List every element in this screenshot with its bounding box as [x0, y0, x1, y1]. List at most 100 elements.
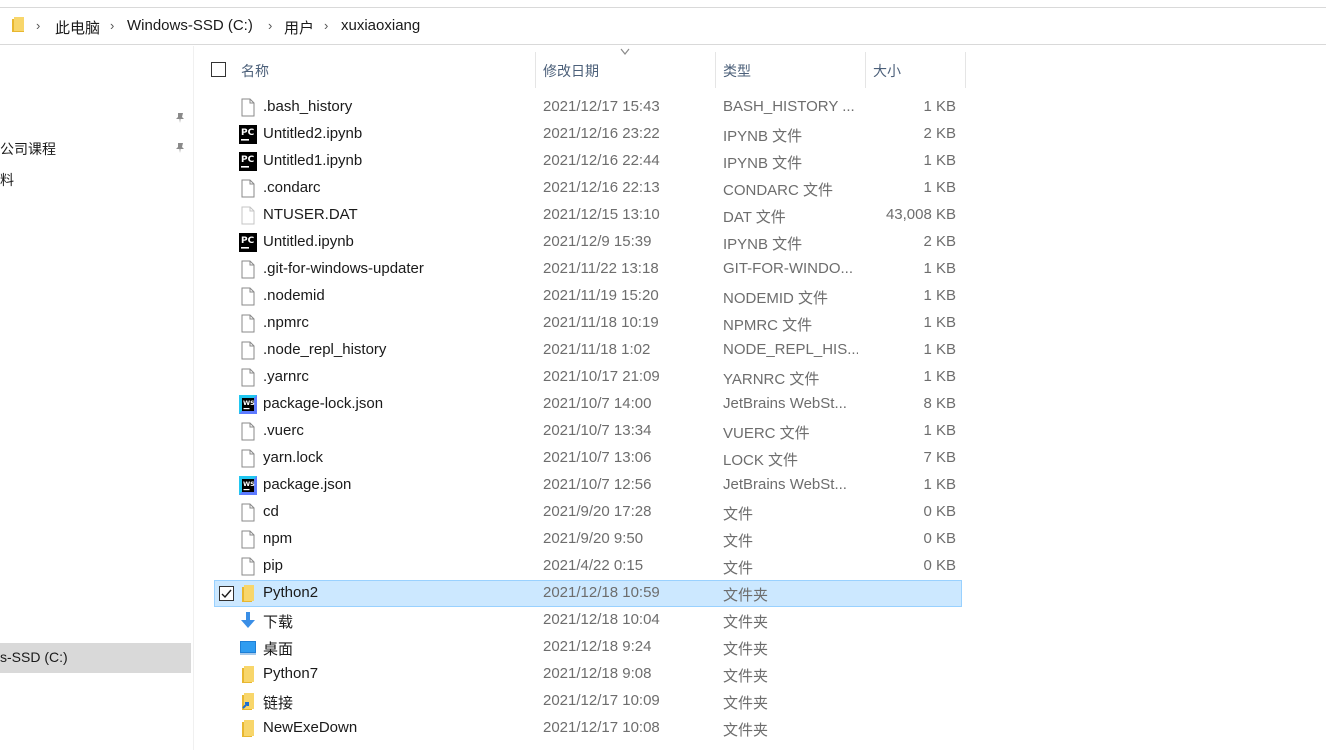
chevron-right-icon[interactable]: › — [36, 18, 40, 33]
file-date-modified: 2021/12/16 23:22 — [543, 125, 660, 142]
generic-file-icon — [239, 557, 257, 576]
pane-divider[interactable] — [193, 46, 194, 750]
file-row[interactable]: .vuerc 2021/10/7 13:34 VUERC 文件 1 KB — [214, 418, 962, 445]
file-row[interactable]: PC Untitled1.ipynb 2021/12/16 22:44 IPYNB 文… — [214, 148, 962, 175]
pycharm-file-icon: PC — [239, 125, 257, 144]
file-date-modified: 2021/11/18 10:19 — [543, 314, 659, 331]
file-date-modified: 2021/10/7 13:06 — [543, 449, 652, 466]
file-date-modified: 2021/12/17 15:43 — [543, 98, 660, 115]
file-date-modified: 2021/10/7 13:34 — [543, 422, 652, 439]
file-row-selected[interactable]: Python2 2021/12/18 10:59 文件夹 — [214, 580, 962, 607]
column-size[interactable]: 大小 — [873, 61, 901, 81]
file-row[interactable]: .node_repl_history 2021/11/18 1:02 NODE_RE… — [214, 337, 962, 364]
file-row[interactable]: .npmrc 2021/11/18 10:19 NPMRC 文件 1 KB — [214, 310, 962, 337]
file-row[interactable]: pip 2021/4/22 0:15 文件 0 KB — [214, 553, 962, 580]
file-type: YARNRC 文件 — [723, 371, 820, 388]
svg-text:PC: PC — [241, 236, 255, 246]
file-row[interactable]: 链接 2021/12/17 10:09 文件夹 — [214, 688, 962, 715]
file-row[interactable]: .yarnrc 2021/10/17 21:09 YARNRC 文件 1 KB — [214, 364, 962, 391]
file-row[interactable]: NTUSER.DAT 2021/12/15 13:10 DAT 文件 43,008 K… — [214, 202, 962, 229]
column-type[interactable]: 类型 — [723, 61, 751, 81]
file-row[interactable]: cd 2021/9/20 17:28 文件 0 KB — [214, 499, 962, 526]
nav-item-company-course[interactable]: 公司课程 — [0, 139, 56, 159]
chevron-right-icon[interactable]: › — [324, 18, 328, 33]
file-date-modified: 2021/4/22 0:15 — [543, 557, 644, 574]
file-type: 文件夹 — [723, 695, 769, 712]
breadcrumb-user-folder[interactable]: xuxiaoxiang — [341, 17, 420, 34]
generic-file-icon — [239, 341, 257, 360]
file-type: CONDARC 文件 — [723, 182, 834, 199]
nav-item-materials[interactable]: 料 — [0, 170, 14, 190]
file-size: 1 KB — [923, 179, 956, 196]
file-type: 文件夹 — [723, 641, 769, 658]
nav-item-drive-selected[interactable]: s-SSD (C:) — [0, 643, 191, 673]
file-size: 1 KB — [923, 368, 956, 385]
file-name: package.json — [263, 476, 352, 493]
generic-file-icon — [239, 503, 257, 522]
file-size: 0 KB — [923, 530, 956, 547]
file-type: NODEMID 文件 — [723, 290, 829, 307]
system-file-icon — [239, 206, 257, 225]
generic-file-icon — [239, 179, 257, 198]
file-row[interactable]: PC Untitled.ipynb 2021/12/9 15:39 IPYNB 文件 2… — [214, 229, 962, 256]
address-bar[interactable]: › 此电脑 › Windows-SSD (C:) › 用户 › xuxiaoxi… — [0, 7, 1326, 45]
breadcrumb-drive[interactable]: Windows-SSD (C:) — [127, 17, 253, 34]
file-size: 1 KB — [923, 476, 956, 493]
file-size: 2 KB — [923, 233, 956, 250]
file-row[interactable]: WS package.json 2021/10/7 12:56 JetBrains W… — [214, 472, 962, 499]
file-list: .bash_history 2021/12/17 15:43 BASH_HISTOR… — [214, 94, 962, 742]
file-date-modified: 2021/12/15 13:10 — [543, 206, 660, 223]
file-name: yarn.lock — [263, 449, 324, 466]
file-name: 下载 — [263, 614, 294, 631]
file-name: cd — [263, 503, 279, 520]
column-divider[interactable] — [965, 52, 966, 88]
row-checkbox-checked[interactable] — [219, 586, 234, 601]
file-size: 1 KB — [923, 152, 956, 169]
file-size: 1 KB — [923, 98, 956, 115]
column-divider[interactable] — [715, 52, 716, 88]
file-row[interactable]: .nodemid 2021/11/19 15:20 NODEMID 文件 1 KB — [214, 283, 962, 310]
column-date-modified[interactable]: 修改日期 — [543, 61, 599, 81]
column-divider[interactable] — [535, 52, 536, 88]
breadcrumb-this-pc[interactable]: 此电脑 — [55, 17, 100, 38]
file-row[interactable]: 桌面 2021/12/18 9:24 文件夹 — [214, 634, 962, 661]
pin-icon[interactable] — [174, 142, 186, 154]
file-name: .npmrc — [263, 314, 309, 331]
chevron-right-icon[interactable]: › — [110, 18, 114, 33]
file-size: 1 KB — [923, 260, 956, 277]
file-type: 文件夹 — [723, 587, 769, 604]
file-row[interactable]: NewExeDown 2021/12/17 10:08 文件夹 — [214, 715, 962, 742]
file-size: 7 KB — [923, 449, 956, 466]
file-type: 文件 — [723, 533, 754, 550]
file-row[interactable]: npm 2021/9/20 9:50 文件 0 KB — [214, 526, 962, 553]
column-divider[interactable] — [865, 52, 866, 88]
file-date-modified: 2021/9/20 17:28 — [543, 503, 652, 520]
pycharm-file-icon: PC — [239, 233, 257, 252]
file-type: IPYNB 文件 — [723, 128, 803, 145]
generic-file-icon — [239, 422, 257, 441]
file-type: JetBrains WebSt... — [723, 476, 847, 493]
file-name: .bash_history — [263, 98, 353, 115]
file-row[interactable]: 下载 2021/12/18 10:04 文件夹 — [214, 607, 962, 634]
file-row[interactable]: .bash_history 2021/12/17 15:43 BASH_HISTOR… — [214, 94, 962, 121]
file-row[interactable]: .git-for-windows-updater 2021/11/22 13:18… — [214, 256, 962, 283]
chevron-right-icon[interactable]: › — [268, 18, 272, 33]
file-type: GIT-FOR-WINDO... — [723, 260, 853, 277]
select-all-checkbox[interactable] — [211, 62, 226, 77]
file-date-modified: 2021/12/18 9:08 — [543, 665, 652, 682]
folder-icon — [239, 665, 257, 684]
breadcrumb-users[interactable]: 用户 — [284, 17, 314, 38]
pin-icon[interactable] — [174, 112, 186, 124]
file-name: NTUSER.DAT — [263, 206, 358, 223]
file-row[interactable]: PC Untitled2.ipynb 2021/12/16 23:22 IPYNB 文… — [214, 121, 962, 148]
file-row[interactable]: WS package-lock.json 2021/10/7 14:00 JetBra… — [214, 391, 962, 418]
column-name[interactable]: 名称 — [241, 61, 269, 81]
file-name: npm — [263, 530, 293, 547]
file-row[interactable]: yarn.lock 2021/10/7 13:06 LOCK 文件 7 KB — [214, 445, 962, 472]
file-type: VUERC 文件 — [723, 425, 810, 442]
file-row[interactable]: Python7 2021/12/18 9:08 文件夹 — [214, 661, 962, 688]
file-type: IPYNB 文件 — [723, 236, 803, 253]
file-date-modified: 2021/12/18 10:04 — [543, 611, 660, 628]
file-row[interactable]: .condarc 2021/12/16 22:13 CONDARC 文件 1 KB — [214, 175, 962, 202]
file-type: 文件 — [723, 560, 754, 577]
